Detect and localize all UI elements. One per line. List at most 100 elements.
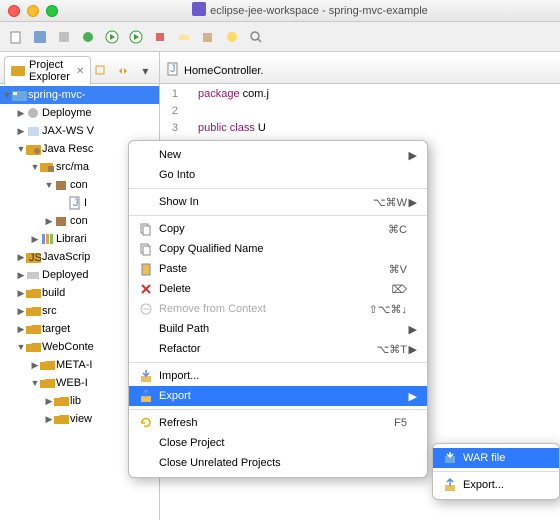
tree-label: con — [70, 179, 88, 191]
collapse-all-icon[interactable] — [91, 61, 111, 81]
close-view-icon[interactable]: ✕ — [76, 66, 84, 77]
line-number: 2 — [164, 103, 186, 120]
menu-item: Remove from Context⇧⌥⌘↓ — [129, 299, 427, 319]
submenu-item[interactable]: WAR file — [433, 448, 559, 468]
disclosure-arrow[interactable]: ▶ — [16, 288, 26, 299]
tree-item[interactable]: ▼spring-mvc- — [0, 86, 159, 104]
zoom-window-button[interactable] — [46, 5, 58, 17]
submenu-label: Export... — [459, 479, 549, 491]
disclosure-arrow[interactable]: ▶ — [16, 252, 26, 263]
disclosure-arrow[interactable]: ▶ — [16, 324, 26, 335]
tree-icon — [26, 340, 42, 354]
view-menu-icon[interactable]: ▾ — [135, 61, 155, 81]
tree-label: build — [42, 287, 65, 299]
external-tools-icon[interactable] — [150, 27, 170, 47]
close-window-button[interactable] — [8, 5, 20, 17]
tree-label: WEB-I — [56, 377, 88, 389]
disclosure-arrow[interactable]: ▼ — [2, 90, 12, 100]
save-icon[interactable] — [30, 27, 50, 47]
submenu-item[interactable]: Export... — [433, 475, 559, 495]
paste-icon — [137, 262, 155, 276]
menu-item[interactable]: RefreshF5 — [129, 413, 427, 433]
minimize-window-button[interactable] — [27, 5, 39, 17]
refresh-icon — [137, 416, 155, 430]
disclosure-arrow[interactable]: ▼ — [30, 378, 40, 388]
code-text: public class U — [198, 120, 266, 137]
tree-icon — [26, 124, 42, 138]
menu-item[interactable]: Delete⌦ — [129, 279, 427, 299]
menu-item[interactable]: Go Into — [129, 165, 427, 185]
fold-gutter[interactable] — [186, 86, 198, 103]
tree-icon — [54, 214, 70, 228]
fold-gutter[interactable] — [186, 120, 198, 137]
copy-icon — [137, 222, 155, 236]
disclosure-arrow[interactable]: ▼ — [44, 180, 54, 190]
tree-item[interactable]: ▶JAX-WS V — [0, 122, 159, 140]
menu-item[interactable]: Refactor⌥⌘T▶ — [129, 339, 427, 359]
svg-text:J: J — [73, 197, 79, 209]
context-menu: New▶Go Into Show In⌥⌘W▶ Copy⌘C Copy Qualifi… — [128, 140, 428, 478]
menu-item[interactable]: Close Unrelated Projects — [129, 453, 427, 473]
package-icon[interactable] — [198, 27, 218, 47]
save-all-icon[interactable] — [54, 27, 74, 47]
disclosure-arrow[interactable]: ▶ — [44, 216, 54, 227]
disclosure-arrow[interactable]: ▶ — [16, 306, 26, 317]
project-explorer-label: Project Explorer — [29, 59, 70, 83]
disclosure-arrow[interactable]: ▶ — [16, 108, 26, 119]
menu-label: Copy Qualified Name — [155, 243, 407, 255]
disclosure-arrow[interactable]: ▼ — [16, 342, 26, 352]
run-last-icon[interactable] — [126, 27, 146, 47]
menu-item[interactable]: Import... — [129, 366, 427, 386]
debug-icon[interactable] — [78, 27, 98, 47]
submenu-arrow-icon: ▶ — [407, 196, 417, 209]
disclosure-arrow[interactable]: ▶ — [30, 360, 40, 371]
new-icon[interactable] — [6, 27, 26, 47]
menu-item[interactable]: Build Path▶ — [129, 319, 427, 339]
tree-icon — [40, 160, 56, 174]
submenu-arrow-icon: ▶ — [407, 323, 417, 336]
disclosure-arrow[interactable]: ▶ — [16, 126, 26, 137]
disclosure-arrow[interactable]: ▶ — [44, 414, 54, 425]
menu-label: Build Path — [155, 323, 407, 335]
tree-icon — [54, 178, 70, 192]
type-icon[interactable] — [222, 27, 242, 47]
tree-icon — [40, 358, 56, 372]
menu-label: Close Project — [155, 437, 407, 449]
tree-label: view — [70, 413, 92, 425]
export-submenu: WAR file Export... — [432, 443, 560, 500]
tree-icon — [12, 88, 28, 102]
fold-gutter[interactable] — [186, 103, 198, 120]
new-server-icon[interactable] — [174, 27, 194, 47]
disclosure-arrow[interactable]: ▼ — [16, 144, 26, 154]
disclosure-arrow[interactable]: ▶ — [44, 396, 54, 407]
menu-item[interactable]: New▶ — [129, 145, 427, 165]
menu-item[interactable]: Paste⌘V — [129, 259, 427, 279]
app-icon — [192, 2, 206, 19]
run-icon[interactable] — [102, 27, 122, 47]
menu-item[interactable]: Close Project — [129, 433, 427, 453]
menu-item[interactable]: Copy Qualified Name — [129, 239, 427, 259]
tree-item[interactable]: ▶Deployme — [0, 104, 159, 122]
code-line[interactable]: 2 — [164, 103, 560, 120]
disclosure-arrow[interactable]: ▶ — [30, 234, 40, 245]
remove-icon — [137, 302, 155, 316]
search-icon[interactable] — [246, 27, 266, 47]
menu-label: Import... — [155, 370, 407, 382]
disclosure-arrow[interactable]: ▶ — [16, 270, 26, 281]
tree-icon — [26, 268, 42, 282]
menu-accelerator: ⇧⌥⌘↓ — [369, 303, 407, 316]
project-explorer-tab[interactable]: Project Explorer ✕ — [4, 56, 91, 85]
submenu-arrow-icon: ▶ — [407, 343, 417, 356]
tree-icon — [40, 376, 56, 390]
menu-label: Show In — [155, 196, 373, 208]
code-line[interactable]: 3public class U — [164, 120, 560, 137]
code-line[interactable]: 1package com.j — [164, 86, 560, 103]
link-editor-icon[interactable] — [113, 61, 133, 81]
editor-tab-label[interactable]: HomeController. — [184, 65, 263, 77]
disclosure-arrow[interactable]: ▼ — [30, 162, 40, 172]
menu-label: Export — [155, 390, 407, 402]
svg-text:JS: JS — [29, 252, 42, 264]
menu-item[interactable]: Export▶ — [129, 386, 427, 406]
menu-item[interactable]: Copy⌘C — [129, 219, 427, 239]
menu-item[interactable]: Show In⌥⌘W▶ — [129, 192, 427, 212]
